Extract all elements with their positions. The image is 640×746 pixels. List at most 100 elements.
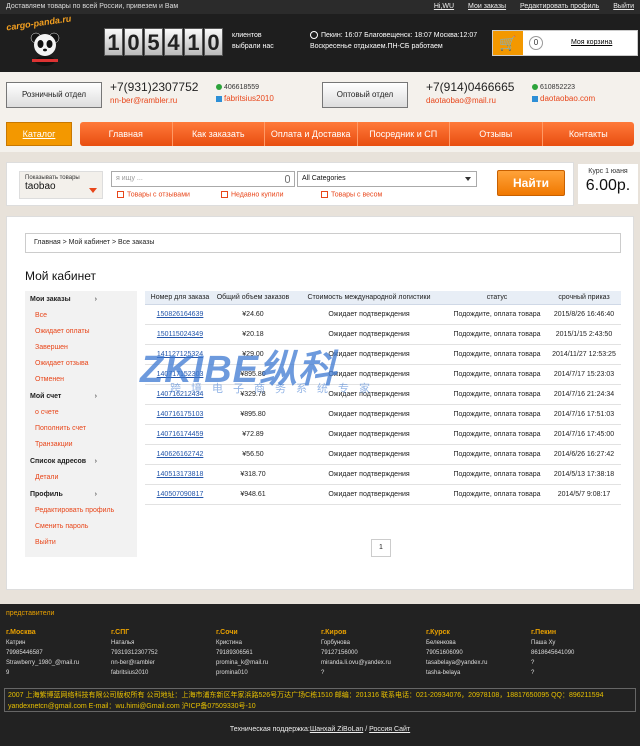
filter-recently-bought[interactable]: Недавно купили	[221, 191, 284, 198]
copyright: 2007 上海紫博蓝网络科技有限公司版权所有 公司地址：上海市浦东新区年家浜路5…	[4, 688, 636, 712]
wholesale-phone: +7(914)0466665	[426, 80, 515, 94]
sidebar-head-account[interactable]: Мой счет ›	[25, 388, 137, 405]
nav-item-reviews[interactable]: Отзывы	[450, 122, 543, 146]
table-cell: Подождите, оплата товара	[453, 391, 541, 398]
city-contact-line: Горбунова	[321, 640, 350, 646]
table-cell: Подождите, оплата товара	[453, 471, 541, 478]
support-link-russia[interactable]: Россия Сайт	[369, 726, 410, 733]
table-cell: Ожидает подтверждения	[328, 411, 410, 418]
category-select[interactable]: All Categories	[297, 171, 477, 187]
catalog-button[interactable]: Каталог	[6, 122, 72, 146]
table-row: 140513173818 ¥318.70 Ожидает подтверждения…	[145, 465, 621, 485]
order-number-link[interactable]: 140716174459	[145, 425, 215, 444]
table-cell: Ожидает подтверждения	[328, 371, 410, 378]
my-orders-link[interactable]: Мои заказы	[468, 3, 506, 10]
table-cell: Ожидает подтверждения	[328, 471, 410, 478]
edit-profile-link[interactable]: Редактировать профиль	[520, 3, 599, 10]
sidebar-head-addresses[interactable]: Список адресов ›	[25, 453, 137, 470]
sidebar-head-profile[interactable]: Профиль ›	[25, 486, 137, 503]
site-logo[interactable]: cargo-panda.ru	[6, 13, 84, 70]
city-contact-line: 79189306561	[216, 650, 253, 656]
cart-widget[interactable]: 🛒 0 Моя корзина	[492, 30, 638, 56]
search-input[interactable]: я ищу ...	[111, 171, 295, 187]
filter-with-weight[interactable]: Товары с весом	[321, 191, 382, 198]
breadcrumb[interactable]: Главная > Мой кабинет > Все заказы	[25, 233, 621, 253]
table-cell: Подождите, оплата товара	[453, 351, 541, 358]
order-number-link[interactable]: 140626162742	[145, 445, 215, 464]
cart-count: 0	[529, 36, 543, 50]
city-name: г.СПГ	[111, 629, 130, 636]
chevron-down-icon	[465, 177, 471, 181]
retail-skype[interactable]: fabritsius2010	[216, 94, 274, 103]
nav-item-intermediary[interactable]: Посредник и СП	[358, 122, 450, 146]
table-cell: Подождите, оплата товара	[453, 331, 541, 338]
sidebar-item-top-up[interactable]: Пополнить счет	[25, 421, 137, 437]
sidebar-item-completed[interactable]: Завершен	[25, 340, 137, 356]
checkbox[interactable]	[117, 191, 124, 198]
sidebar-item-about-account[interactable]: о счете	[25, 405, 137, 421]
city-name: г.Пекин	[531, 629, 557, 636]
microphone-icon[interactable]	[285, 175, 290, 183]
qq-icon	[532, 84, 538, 91]
table-cell: Подождите, оплата товара	[453, 411, 541, 418]
nav-item-contacts[interactable]: Контакты	[543, 122, 635, 146]
table-cell: ¥20.18	[242, 331, 264, 338]
sidebar-item-cancelled[interactable]: Отменен	[25, 372, 137, 388]
counter-digit: 1	[184, 28, 203, 56]
pagination-page[interactable]: 1	[371, 539, 391, 557]
sidebar-head-orders[interactable]: Мои заказы ›	[25, 291, 137, 308]
sidebar-item-logout[interactable]: Выйти	[25, 535, 137, 551]
sidebar-item-details[interactable]: Детали	[25, 470, 137, 486]
sidebar-item-edit-profile[interactable]: Редактировать профиль	[25, 503, 137, 519]
search-button[interactable]: Найти	[497, 170, 565, 196]
city-contact-line: Наталья	[111, 640, 135, 646]
logout-link[interactable]: Выйти	[613, 3, 634, 10]
table-cell: Подождите, оплата товара	[453, 431, 541, 438]
order-number-link[interactable]: 140717152303	[145, 365, 215, 384]
sidebar-item-transactions[interactable]: Транзакции	[25, 437, 137, 453]
city-contact-line: 79319312307752	[111, 650, 158, 656]
order-number-link[interactable]: 150826164639	[145, 305, 215, 324]
main-content: Главная > Мой кабинет > Все заказы Мой к…	[6, 216, 634, 590]
header: cargo-panda.ru 1 0 5 4 1 0 клиентов выбр…	[0, 13, 640, 72]
order-number-link[interactable]: 140513173818	[145, 465, 215, 484]
checkbox[interactable]	[221, 191, 228, 198]
city-representative: г.СПГ Наталья 79319312307752 nn-ber@rambler…	[111, 628, 216, 678]
table-row: 141127125324 ¥29.00 Ожидает подтверждения П…	[145, 345, 621, 365]
panda-logo-icon	[30, 32, 60, 66]
order-number-link[interactable]: 140507090817	[145, 485, 215, 504]
table-cell: Ожидает подтверждения	[328, 491, 410, 498]
wholesale-department-button[interactable]: Оптовый отдел	[322, 82, 408, 108]
order-number-link[interactable]: 150115024349	[145, 325, 215, 344]
checkbox[interactable]	[321, 191, 328, 198]
user-greeting-link[interactable]: Hi,WU	[434, 3, 454, 10]
nav-item-home[interactable]: Главная	[80, 122, 173, 146]
filter-with-reviews[interactable]: Товары с отзывами	[117, 191, 190, 198]
retail-department-button[interactable]: Розничный отдел	[6, 82, 102, 108]
table-cell: Ожидает подтверждения	[328, 311, 410, 318]
city-list: г.Москва Катрин 79985446587 Strawberry_1980…	[6, 628, 636, 678]
nav-item-how-to-order[interactable]: Как заказать	[173, 122, 265, 146]
table-cell: ¥72.89	[242, 431, 264, 438]
source-selector[interactable]: Показывать товары taobao	[19, 171, 103, 199]
wholesale-skype[interactable]: daotaobao.com	[532, 94, 595, 103]
city-contact-line: Паша Ху	[531, 640, 556, 646]
my-cart-link[interactable]: Моя корзина	[571, 39, 612, 46]
order-number-link[interactable]: 140716212434	[145, 385, 215, 404]
support-link-zibolan[interactable]: Шанхай ZiBoLan	[310, 726, 363, 733]
retail-email[interactable]: nn-ber@rambler.ru	[110, 96, 177, 105]
sidebar-item-all[interactable]: Все	[25, 308, 137, 324]
city-contact-line: ?	[321, 670, 325, 676]
table-cell: Ожидает подтверждения	[328, 431, 410, 438]
wholesale-email[interactable]: daotaobao@mail.ru	[426, 96, 496, 105]
sidebar-item-awaiting-review[interactable]: Ожидает отзыва	[25, 356, 137, 372]
main-nav: Каталог Главная Как заказать Оплата и До…	[0, 118, 640, 152]
sidebar-item-awaiting-payment[interactable]: Ожидает оплаты	[25, 324, 137, 340]
order-number-link[interactable]: 141127125324	[145, 345, 215, 364]
city-contact-line: nn-ber@rambler	[111, 660, 155, 666]
city-contact-line: Strawberry_1980_@mail.ru	[6, 660, 80, 666]
sidebar-item-change-password[interactable]: Сменить пароль	[25, 519, 137, 535]
order-number-link[interactable]: 140716175103	[145, 405, 215, 424]
nav-item-payment-delivery[interactable]: Оплата и Доставка	[265, 122, 358, 146]
table-cell: Ожидает подтверждения	[328, 391, 410, 398]
